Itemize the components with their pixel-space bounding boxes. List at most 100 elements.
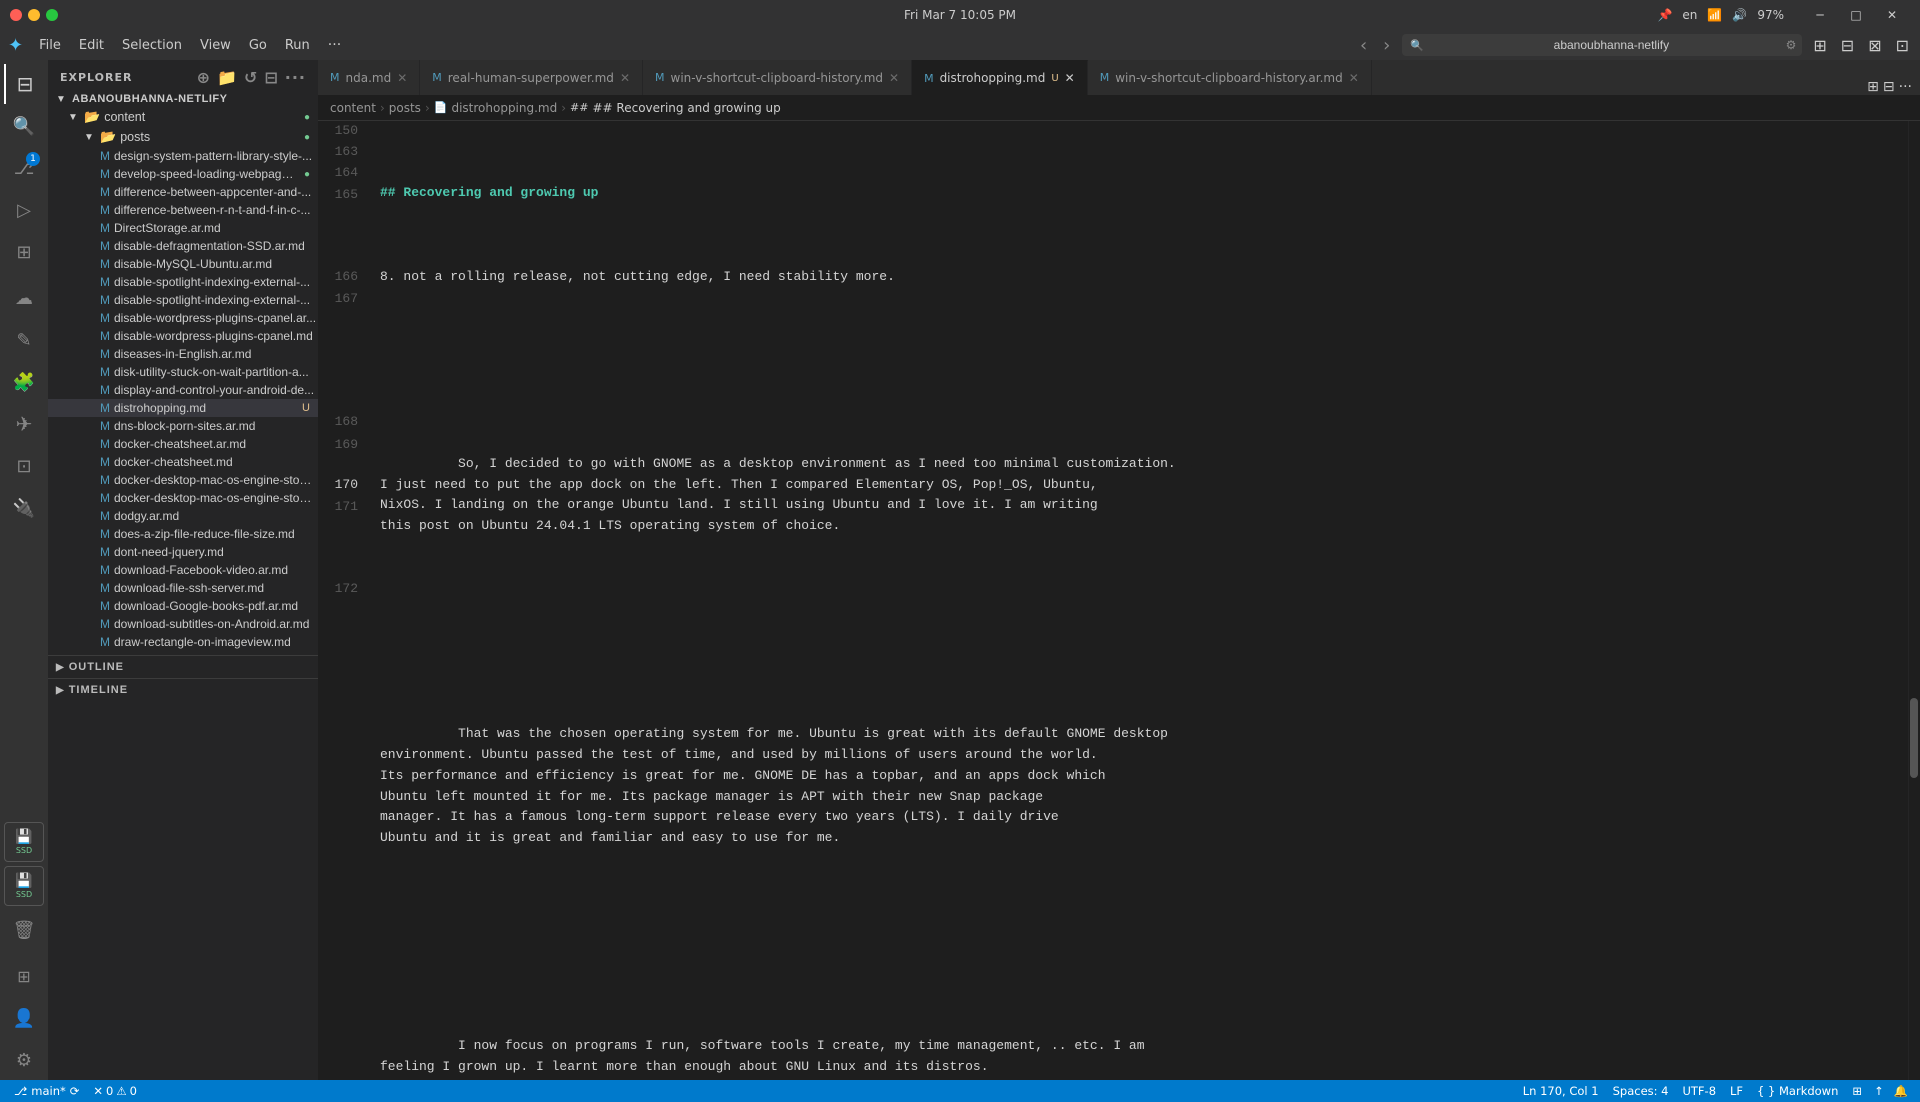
scrollbar[interactable] (1908, 121, 1920, 1080)
refresh-icon[interactable]: ↺ (244, 68, 258, 87)
volume-icon[interactable]: 🔊 (1732, 8, 1747, 22)
tab-nda[interactable]: M nda.md ✕ (318, 60, 420, 95)
menu-edit[interactable]: Edit (71, 36, 112, 55)
editor[interactable]: 150 163 164 165 166 167 168 169 170 171 … (318, 121, 1920, 1080)
list-item[interactable]: M docker-desktop-mac-os-engine-stop-... (48, 489, 318, 507)
menu-selection[interactable]: Selection (114, 36, 190, 55)
activity-remote-btn[interactable]: ⊞ (4, 956, 44, 996)
notification-indicator[interactable]: 🔔 (1890, 1080, 1912, 1102)
language-indicator[interactable]: { } Markdown (1751, 1080, 1844, 1102)
menu-run[interactable]: Run (277, 36, 318, 55)
split-editor-icon[interactable]: ⊠ (1865, 36, 1884, 55)
lang-indicator[interactable]: en (1682, 8, 1697, 22)
bc-section[interactable]: ## Recovering and growing up (592, 101, 780, 115)
list-item[interactable]: M disable-spotlight-indexing-external-..… (48, 273, 318, 291)
search-settings-icon[interactable]: ⚙ (1786, 38, 1797, 52)
menu-file[interactable]: File (31, 36, 69, 55)
restore-window-btn[interactable]: □ (1838, 0, 1874, 30)
list-item[interactable]: M disable-defragmentation-SSD.ar.md (48, 237, 318, 255)
list-item[interactable]: M does-a-zip-file-reduce-file-size.md (48, 525, 318, 543)
list-item[interactable]: M download-file-ssh-server.md (48, 579, 318, 597)
tab-more-icon[interactable]: ··· (1899, 79, 1912, 95)
posts-folder[interactable]: ▼ 📂 posts ● (48, 127, 318, 147)
list-item[interactable]: M disk-utility-stuck-on-wait-partition-a… (48, 363, 318, 381)
bc-content[interactable]: content (330, 101, 376, 115)
layout-toggle-icon[interactable]: ⊞ (1810, 36, 1829, 55)
list-item[interactable]: M diseases-in-English.ar.md (48, 345, 318, 363)
activity-run-btn[interactable]: ▷ (4, 190, 44, 230)
upload-indicator[interactable]: ↑ (1870, 1080, 1888, 1102)
list-item-active[interactable]: M distrohopping.md U (48, 399, 318, 417)
remote-icon[interactable]: ⎇ main* ⟳ (8, 1080, 85, 1102)
new-file-icon[interactable]: ⊕ (197, 68, 211, 87)
activity-custom1-btn[interactable]: ☁ (4, 278, 44, 318)
more-icon[interactable]: ··· (285, 68, 306, 87)
close-icon[interactable]: ✕ (397, 71, 407, 85)
menu-view[interactable]: View (192, 36, 239, 55)
panel-toggle-icon[interactable]: ⊟ (1838, 36, 1857, 55)
activity-ssd2-btn[interactable]: 💾 SSD (4, 866, 44, 906)
wifi-icon[interactable]: 📶 (1707, 8, 1722, 22)
nav-back-btn[interactable]: ‹ (1356, 35, 1371, 56)
list-item[interactable]: M DirectStorage.ar.md (48, 219, 318, 237)
list-item[interactable]: M disable-wordpress-plugins-cpanel.ar... (48, 309, 318, 327)
close-icon[interactable]: ✕ (1349, 71, 1359, 85)
list-item[interactable]: M download-subtitles-on-Android.ar.md (48, 615, 318, 633)
list-item[interactable]: M download-Google-books-pdf.ar.md (48, 597, 318, 615)
close-window-btn[interactable]: ✕ (1874, 0, 1910, 30)
activity-custom3-btn[interactable]: 🧩 (4, 362, 44, 402)
list-item[interactable]: M dodgy.ar.md (48, 507, 318, 525)
search-input[interactable] (1402, 34, 1802, 56)
new-folder-icon[interactable]: 📁 (217, 68, 238, 87)
tab-superpower[interactable]: M real-human-superpower.md ✕ (420, 60, 643, 95)
timeline-header[interactable]: ▶ TIMELINE (48, 679, 318, 701)
list-item[interactable]: M display-and-control-your-android-de... (48, 381, 318, 399)
collapse-icon[interactable]: ⊟ (264, 68, 278, 87)
tab-split-icon[interactable]: ⊟ (1883, 79, 1895, 95)
activity-custom5-btn[interactable]: ⊡ (4, 446, 44, 486)
spaces-indicator[interactable]: Spaces: 4 (1607, 1080, 1675, 1102)
close-icon[interactable]: ✕ (889, 71, 899, 85)
list-item[interactable]: M design-system-pattern-library-style-..… (48, 147, 318, 165)
tab-win-shortcut[interactable]: M win-v-shortcut-clipboard-history.md ✕ (643, 60, 912, 95)
list-item[interactable]: M disable-MySQL-Ubuntu.ar.md (48, 255, 318, 273)
root-folder[interactable]: ▼ ABANOUBHANNA-NETLIFY (48, 91, 318, 107)
list-item[interactable]: M docker-cheatsheet.md (48, 453, 318, 471)
list-item[interactable]: M docker-desktop-mac-os-engine-stop-... (48, 471, 318, 489)
activity-custom6-btn[interactable]: 🔌 (4, 488, 44, 528)
activity-account-btn[interactable]: 👤 (4, 998, 44, 1038)
bc-posts[interactable]: posts (389, 101, 421, 115)
activity-search-btn[interactable]: 🔍 (4, 106, 44, 146)
scrollbar-thumb[interactable] (1910, 698, 1918, 778)
list-item[interactable]: M draw-rectangle-on-imageview.md (48, 633, 318, 651)
error-indicator[interactable]: ✕ 0 ⚠ 0 (89, 1080, 141, 1102)
list-item[interactable]: M docker-cheatsheet.ar.md (48, 435, 318, 453)
activity-trash-btn[interactable]: 🗑 (4, 910, 44, 950)
list-item[interactable]: M develop-speed-loading-webpages.ar.... … (48, 165, 318, 183)
list-item[interactable]: M disable-spotlight-indexing-external-..… (48, 291, 318, 309)
nav-forward-btn[interactable]: › (1379, 35, 1394, 56)
more-actions-icon[interactable]: ⊡ (1893, 36, 1912, 55)
minimize-window-btn[interactable]: ─ (1802, 0, 1838, 30)
position-indicator[interactable]: Ln 170, Col 1 (1517, 1080, 1605, 1102)
list-item[interactable]: M dont-need-jquery.md (48, 543, 318, 561)
format-indicator[interactable]: ⊞ (1846, 1080, 1868, 1102)
pin-icon[interactable]: 📌 (1657, 8, 1672, 22)
activity-settings-btn[interactable]: ⚙ (4, 1040, 44, 1080)
activity-extensions-btn[interactable]: ⊞ (4, 232, 44, 272)
menu-go[interactable]: Go (241, 36, 275, 55)
menu-more[interactable]: ··· (320, 35, 349, 55)
list-item[interactable]: M difference-between-r-n-t-and-f-in-c-..… (48, 201, 318, 219)
activity-ssd1-btn[interactable]: 💾 SSD (4, 822, 44, 862)
outline-header[interactable]: ▶ OUTLINE (48, 656, 318, 678)
tab-distrohopping-active[interactable]: M distrohopping.md U ✕ (912, 60, 1088, 95)
list-item[interactable]: M difference-between-appcenter-and-... (48, 183, 318, 201)
list-item[interactable]: M dns-block-porn-sites.ar.md (48, 417, 318, 435)
bc-file[interactable]: distrohopping.md (451, 101, 557, 115)
close-icon[interactable]: ✕ (620, 71, 630, 85)
encoding-indicator[interactable]: UTF-8 (1676, 1080, 1722, 1102)
content-folder[interactable]: ▼ 📂 content ● (48, 107, 318, 127)
tab-win-ar[interactable]: M win-v-shortcut-clipboard-history.ar.md… (1088, 60, 1372, 95)
close-btn[interactable] (10, 9, 22, 21)
line-ending-indicator[interactable]: LF (1724, 1080, 1749, 1102)
